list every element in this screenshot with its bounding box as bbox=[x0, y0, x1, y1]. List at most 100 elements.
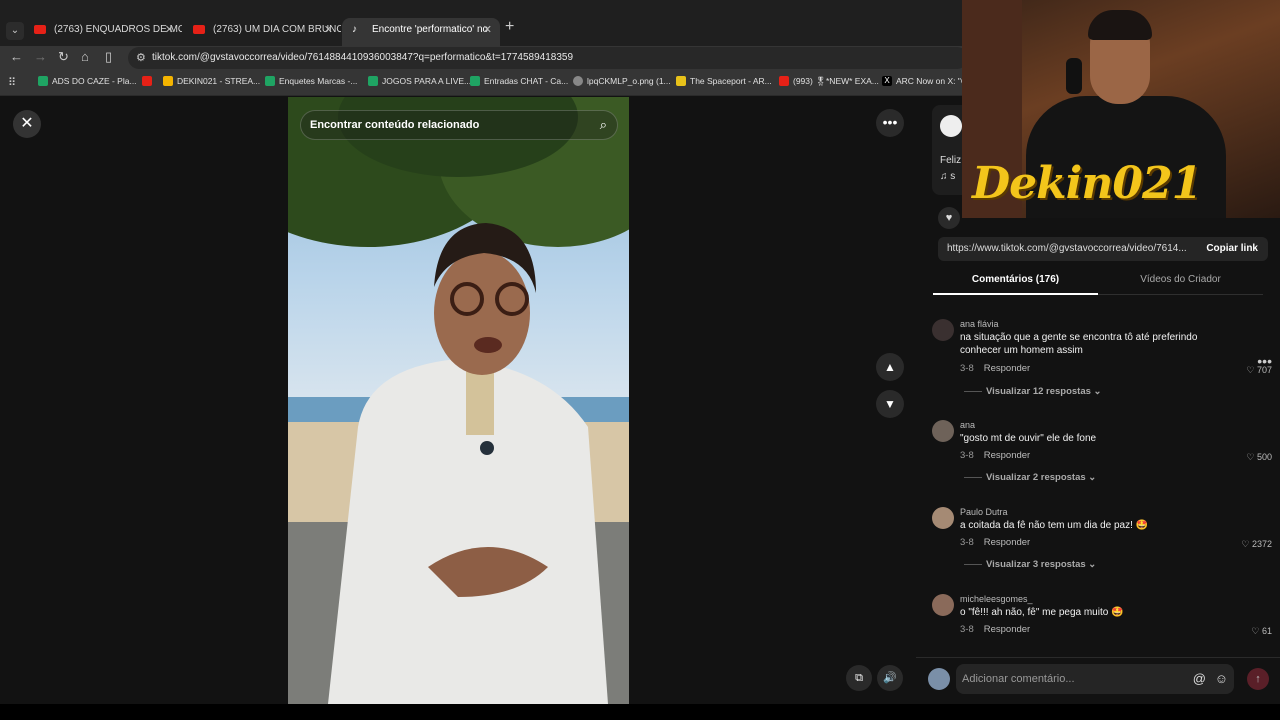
comment-meta: 3-8 Responder bbox=[960, 624, 1031, 635]
video-frame bbox=[288, 97, 629, 704]
panel-tabs: Comentários (176) Vídeos do Criador bbox=[933, 265, 1263, 295]
youtube-icon bbox=[779, 76, 789, 86]
close-tab-icon[interactable]: ✕ bbox=[483, 18, 492, 42]
browser-tab-2[interactable]: (2763) UM DIA COM BRUNO G ✕ bbox=[183, 18, 341, 46]
avatar[interactable] bbox=[928, 668, 950, 690]
sheets-icon bbox=[38, 76, 48, 86]
url-text: tiktok.com/@gvstavoccorrea/video/7614884… bbox=[152, 52, 574, 63]
spaceport-icon bbox=[676, 76, 686, 86]
comment-likes[interactable]: ♡ 500 bbox=[1246, 452, 1272, 463]
bookmark-9[interactable]: (993) 🎖*NEW* EXA... bbox=[779, 76, 879, 87]
taskbar-edge bbox=[0, 704, 1280, 720]
related-content-search[interactable]: Encontrar conteúdo relacionado ⌕ bbox=[300, 110, 618, 140]
new-tab-button[interactable]: + bbox=[505, 18, 514, 36]
avatar[interactable] bbox=[932, 594, 954, 616]
comment-username[interactable]: Paulo Dutra bbox=[960, 507, 1008, 517]
tab-creator-videos[interactable]: Vídeos do Criador bbox=[1098, 274, 1263, 285]
youtube-icon bbox=[193, 25, 205, 34]
copy-link-button[interactable]: Copiar link bbox=[1206, 243, 1258, 254]
comment-text: "gosto mt de ouvir" ele de fone bbox=[960, 433, 1097, 444]
headset-icon bbox=[1066, 58, 1082, 94]
streamer-logo: Dekin021 bbox=[972, 158, 1202, 209]
view-replies-button[interactable]: Visualizar 2 respostas ⌄ bbox=[964, 472, 1096, 483]
reload-icon[interactable]: ↻ bbox=[58, 49, 69, 65]
next-video-button[interactable]: ▼ bbox=[876, 390, 904, 418]
tiktok-icon: ♪ bbox=[352, 24, 357, 35]
search-icon[interactable]: ⌕ bbox=[600, 117, 607, 133]
browser-tab-1[interactable]: (2763) ENQUADROS DE MOTO ✕ bbox=[24, 18, 182, 46]
author-avatar[interactable] bbox=[940, 115, 962, 137]
close-tab-icon[interactable]: ✕ bbox=[324, 18, 333, 42]
bookmark-3[interactable]: DEKIN021 - STREA... bbox=[163, 76, 260, 86]
close-video-button[interactable]: ✕ bbox=[13, 110, 41, 138]
comment-composer: Adicionar comentário... @ ☺ ↑ bbox=[916, 657, 1280, 704]
comment-username[interactable]: micheleesgomes_ bbox=[960, 594, 1033, 604]
send-comment-button[interactable]: ↑ bbox=[1247, 668, 1269, 690]
comment-meta: 3-8 Responder bbox=[960, 537, 1031, 548]
previous-video-button[interactable]: ▲ bbox=[876, 353, 904, 381]
home-icon[interactable]: ⌂ bbox=[81, 49, 89, 64]
search-input[interactable]: Encontrar conteúdo relacionado bbox=[310, 119, 479, 131]
screen: ⌄ (2763) ENQUADROS DE MOTO ✕ (2763) UM D… bbox=[0, 0, 1280, 720]
active-tab-indicator bbox=[933, 293, 1098, 295]
webcam-person-hair bbox=[1088, 10, 1152, 40]
reply-button[interactable]: Responder bbox=[984, 450, 1030, 461]
sheets-icon bbox=[368, 76, 378, 86]
sheets-icon bbox=[265, 76, 275, 86]
x-logo-icon: X bbox=[882, 76, 892, 86]
comment-item: ana "gosto mt de ouvir" ele de fone 3-8 R… bbox=[932, 420, 1272, 490]
comment-input[interactable]: Adicionar comentário... @ ☺ bbox=[956, 664, 1234, 694]
globe-icon bbox=[573, 76, 583, 86]
comment-meta: 3-8 Responder bbox=[960, 450, 1031, 461]
reply-button[interactable]: Responder bbox=[984, 537, 1030, 548]
bookmark-1[interactable]: ADS DO CAZE - Pla... bbox=[38, 76, 137, 86]
avatar[interactable] bbox=[932, 420, 954, 442]
apps-grid-icon[interactable]: ⠿ bbox=[8, 76, 16, 89]
volume-button[interactable]: 🔊 bbox=[877, 665, 903, 691]
comment-more-icon[interactable]: ••• bbox=[1257, 353, 1272, 369]
youtube-icon bbox=[34, 25, 46, 34]
comment-item: Paulo Dutra a coitada da fê não tem um d… bbox=[932, 507, 1272, 577]
comment-item: ana flávia na situação que a gente se en… bbox=[932, 319, 1272, 399]
sheets-icon bbox=[470, 76, 480, 86]
reply-button[interactable]: Responder bbox=[984, 363, 1030, 374]
bookmark-6[interactable]: Entradas CHAT - Ca... bbox=[470, 76, 568, 86]
view-replies-button[interactable]: Visualizar 12 respostas ⌄ bbox=[964, 386, 1102, 397]
close-tab-icon[interactable]: ✕ bbox=[165, 18, 174, 42]
video-caption: Feliz bbox=[940, 155, 962, 166]
drive-icon bbox=[163, 76, 173, 86]
comment-likes[interactable]: ♡ 61 bbox=[1251, 626, 1272, 637]
picture-in-picture-button[interactable]: ⧉ bbox=[846, 665, 872, 691]
reply-button[interactable]: Responder bbox=[984, 624, 1030, 635]
comment-meta: 3-8 Responder bbox=[960, 363, 1031, 374]
sidebar-icon[interactable]: ▯ bbox=[105, 49, 112, 65]
forward-arrow-icon[interactable]: → bbox=[34, 49, 47, 64]
video-player[interactable] bbox=[288, 97, 629, 704]
comment-text: o "fê!!! ah não, fê" me pega muito 🤩 bbox=[960, 607, 1124, 618]
view-replies-button[interactable]: Visualizar 3 respostas ⌄ bbox=[964, 559, 1096, 570]
comment-username[interactable]: ana bbox=[960, 420, 975, 430]
comment-likes[interactable]: ♡ 2372 bbox=[1241, 539, 1272, 550]
tab-comments[interactable]: Comentários (176) bbox=[933, 274, 1098, 285]
bookmark-8[interactable]: The Spaceport - AR... bbox=[676, 76, 772, 86]
browser-tab-3-active[interactable]: ♪ Encontre 'performatico' no ✕ bbox=[342, 18, 500, 46]
share-url: https://www.tiktok.com/@gvstavoccorrea/v… bbox=[947, 243, 1187, 254]
address-bar[interactable]: ⚙ tiktok.com/@gvstavoccorrea/video/76148… bbox=[128, 47, 968, 69]
avatar[interactable] bbox=[932, 507, 954, 529]
comment-username[interactable]: ana flávia bbox=[960, 319, 999, 329]
emoji-icon[interactable]: ☺ bbox=[1215, 671, 1228, 686]
youtube-icon bbox=[142, 76, 152, 86]
more-options-button[interactable]: ••• bbox=[876, 109, 904, 137]
avatar[interactable] bbox=[932, 319, 954, 341]
bookmark-5[interactable]: JOGOS PARA A LIVE... bbox=[368, 76, 471, 86]
music-row[interactable]: ♫ s bbox=[940, 171, 955, 182]
comment-item: micheleesgomes_ o "fê!!! ah não, fê" me … bbox=[932, 594, 1272, 644]
bookmark-7[interactable]: lpqCKMLP_o.png (1... bbox=[573, 76, 671, 86]
mention-icon[interactable]: @ bbox=[1193, 671, 1206, 686]
back-arrow-icon[interactable]: ← bbox=[10, 49, 23, 64]
tab-search-button[interactable]: ⌄ bbox=[6, 22, 24, 40]
bookmark-4[interactable]: Enquetes Marcas -... bbox=[265, 76, 357, 86]
like-heart-icon[interactable]: ♥ bbox=[938, 207, 960, 229]
site-info-icon[interactable]: ⚙ bbox=[136, 51, 146, 64]
comment-text: na situação que a gente se encontra tô a… bbox=[960, 332, 1198, 356]
